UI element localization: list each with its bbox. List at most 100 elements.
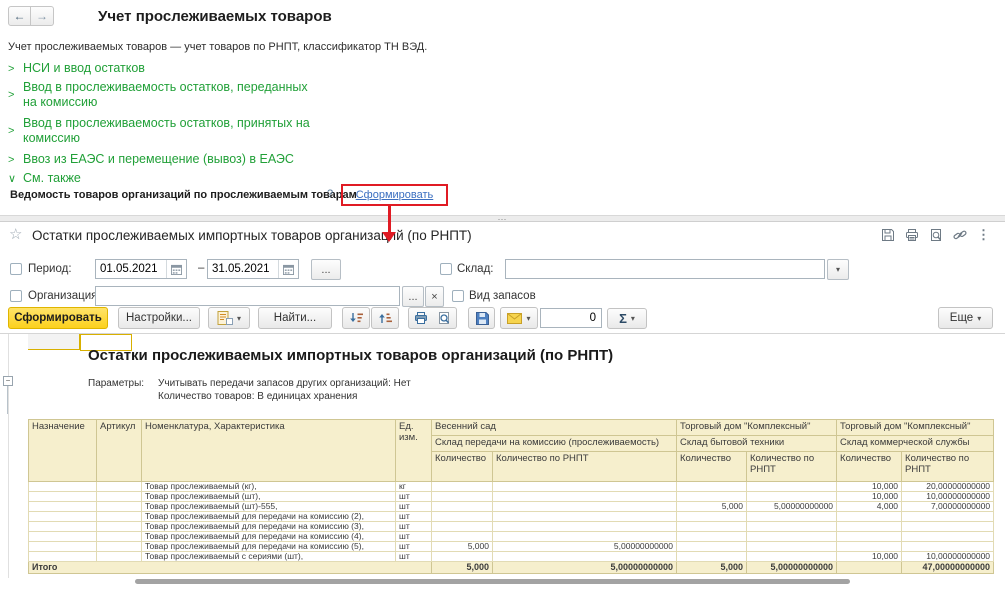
table-row[interactable]: Товар прослеживаемый с сериями (шт),шт10… — [29, 552, 994, 562]
cell-qty[interactable] — [747, 522, 837, 532]
cell-qty[interactable] — [493, 552, 677, 562]
cell-empty[interactable] — [29, 532, 97, 542]
cell-qty[interactable] — [747, 492, 837, 502]
cell-empty[interactable] — [29, 552, 97, 562]
cell-qty[interactable] — [432, 532, 493, 542]
report-variant-button[interactable]: ▾ — [208, 307, 250, 329]
cell-qty[interactable]: 10,00000000000 — [902, 552, 994, 562]
cell-unit[interactable]: шт — [396, 502, 432, 512]
cell-qty[interactable]: 10,00000000000 — [902, 492, 994, 502]
total-cell[interactable]: 5,000 — [432, 562, 493, 574]
cell-empty[interactable] — [29, 512, 97, 522]
cell-qty[interactable] — [677, 522, 747, 532]
preview-icon[interactable] — [928, 227, 943, 242]
col-header-unit[interactable]: Ед. изм. — [396, 420, 432, 482]
cell-qty[interactable] — [677, 492, 747, 502]
cell-qty[interactable] — [677, 542, 747, 552]
org-header[interactable]: Весенний сад — [432, 420, 677, 436]
sklad-checkbox[interactable] — [440, 263, 452, 275]
save-result-button[interactable] — [468, 307, 495, 329]
period-checkbox[interactable] — [10, 263, 22, 275]
qty-rnpt-header[interactable]: Количество по РНПТ — [902, 452, 994, 482]
table-row[interactable]: Товар прослеживаемый (шт),шт10,00010,000… — [29, 492, 994, 502]
cell-qty[interactable] — [902, 512, 994, 522]
table-row[interactable]: Товар прослеживаемый для передачи на ком… — [29, 542, 994, 552]
qty-header[interactable]: Количество — [837, 452, 902, 482]
cell-qty[interactable]: 4,000 — [837, 502, 902, 512]
cell-unit[interactable]: шт — [396, 532, 432, 542]
cell-qty[interactable] — [432, 522, 493, 532]
cell-qty[interactable] — [837, 512, 902, 522]
cell-qty[interactable] — [677, 532, 747, 542]
find-button[interactable]: Найти... — [258, 307, 332, 329]
cell-qty[interactable] — [493, 482, 677, 492]
link-icon[interactable] — [952, 227, 967, 242]
qty-rnpt-header[interactable]: Количество по РНПТ — [747, 452, 837, 482]
cell-qty[interactable] — [902, 542, 994, 552]
cell-qty[interactable]: 10,000 — [837, 482, 902, 492]
cell-qty[interactable] — [432, 512, 493, 522]
cell-qty[interactable] — [493, 522, 677, 532]
cell-unit[interactable]: шт — [396, 542, 432, 552]
col-header-naznachenie[interactable]: Назначение — [29, 420, 97, 482]
horizontal-scrollbar[interactable] — [135, 579, 850, 584]
cell-qty[interactable]: 5,00000000000 — [747, 502, 837, 512]
cell-empty[interactable] — [29, 542, 97, 552]
cell-qty[interactable]: 10,000 — [837, 552, 902, 562]
cell-qty[interactable] — [432, 552, 493, 562]
calendar-icon[interactable] — [278, 260, 298, 278]
send-email-button[interactable]: ▾ — [500, 307, 538, 329]
cell-empty[interactable] — [29, 482, 97, 492]
cell-qty[interactable] — [677, 552, 747, 562]
cell-qty[interactable] — [677, 482, 747, 492]
cell-qty[interactable] — [902, 532, 994, 542]
total-cell[interactable]: 5,00000000000 — [493, 562, 677, 574]
org-header[interactable]: Торговый дом "Комплексный" — [837, 420, 994, 436]
table-row[interactable]: Товар прослеживаемый для передачи на ком… — [29, 512, 994, 522]
group-collapse-button[interactable]: − — [3, 376, 13, 386]
cell-unit[interactable]: кг — [396, 482, 432, 492]
cell-empty[interactable] — [97, 542, 142, 552]
print-icon[interactable] — [904, 227, 919, 242]
sklad-input[interactable] — [505, 259, 825, 279]
back-button[interactable]: ← — [8, 6, 31, 26]
collapse-groups-button[interactable] — [371, 307, 399, 329]
org-input[interactable] — [95, 286, 400, 306]
more-actions-button[interactable]: Еще ▾ — [938, 307, 993, 329]
favorite-star-icon[interactable]: ☆ — [9, 225, 22, 243]
col-header-nomenklatura[interactable]: Номенклатура, Характеристика — [142, 420, 396, 482]
cell-qty[interactable] — [677, 512, 747, 522]
window-splitter[interactable]: ⋯ — [0, 215, 1005, 222]
cell-unit[interactable]: шт — [396, 522, 432, 532]
total-label-cell[interactable]: Итого — [29, 562, 432, 574]
cell-qty[interactable]: 5,000 — [677, 502, 747, 512]
section-link-prinyatye[interactable]: > Ввод в прослеживаемость остатков, прин… — [8, 116, 323, 146]
counter-field[interactable] — [540, 308, 602, 328]
org-checkbox[interactable] — [10, 290, 22, 302]
more-menu-icon[interactable]: ⋮ — [976, 227, 991, 242]
cell-qty[interactable] — [747, 552, 837, 562]
cell-qty[interactable] — [493, 532, 677, 542]
total-cell[interactable] — [837, 562, 902, 574]
vid-zapasov-checkbox[interactable] — [452, 290, 464, 302]
cell-qty[interactable]: 20,00000000000 — [902, 482, 994, 492]
cell-empty[interactable] — [97, 482, 142, 492]
org-select-button[interactable]: ... — [402, 286, 424, 307]
report-spreadsheet[interactable]: Остатки прослеживаемых импортных товаров… — [0, 333, 1005, 592]
cell-qty[interactable] — [902, 522, 994, 532]
cell-nomenclature[interactable]: Товар прослеживаемый для передачи на ком… — [142, 532, 396, 542]
cell-empty[interactable] — [97, 552, 142, 562]
cell-qty[interactable]: 10,000 — [837, 492, 902, 502]
calendar-icon[interactable] — [166, 260, 186, 278]
expand-groups-button[interactable] — [342, 307, 370, 329]
cell-unit[interactable]: шт — [396, 552, 432, 562]
sum-button[interactable]: Σ ▾ — [607, 308, 647, 329]
table-row[interactable]: Товар прослеживаемый (кг),кг10,00020,000… — [29, 482, 994, 492]
settings-button[interactable]: Настройки... — [118, 307, 200, 329]
total-cell[interactable]: 5,000 — [677, 562, 747, 574]
cell-qty[interactable] — [747, 482, 837, 492]
cell-empty[interactable] — [29, 492, 97, 502]
cell-empty[interactable] — [97, 532, 142, 542]
period-to-input[interactable] — [208, 260, 278, 278]
cell-qty[interactable] — [432, 492, 493, 502]
